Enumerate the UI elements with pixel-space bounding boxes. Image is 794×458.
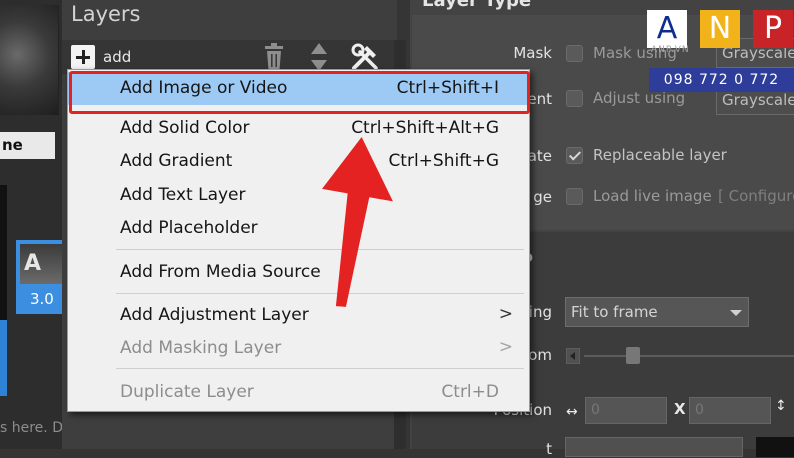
menu-item-label: Add From Media Source — [120, 262, 321, 282]
adjust-using-checkbox[interactable] — [566, 90, 583, 107]
drop-hint-text: s here. D — [0, 420, 63, 436]
position-y-input[interactable]: 0 — [689, 397, 771, 424]
logo-letter-n: N — [700, 10, 740, 48]
timeline-strip — [0, 185, 7, 321]
mask-label: Mask — [513, 44, 552, 62]
zoom-slider-thumb[interactable] — [626, 347, 640, 364]
red-arrow-annotation-icon — [300, 115, 430, 325]
bottom-field-input[interactable] — [565, 437, 743, 457]
layer-thumbnail-image: A — [20, 244, 62, 284]
chevron-right-icon: > — [498, 337, 513, 357]
logo-subtext: ANP.VN — [651, 45, 690, 55]
menu-item-shortcut: Ctrl+D — [441, 382, 499, 402]
menu-item-add-placeholder[interactable]: Add Placeholder — [68, 212, 529, 245]
menu-item-label: Add Gradient — [120, 151, 233, 171]
preview-thumbnail — [0, 5, 59, 115]
menu-item-add-from-media-source[interactable]: Add From Media Source — [68, 256, 529, 289]
fit-to-frame-select[interactable]: Fit to frame — [565, 297, 749, 327]
menu-item-label: Add Solid Color — [120, 118, 250, 138]
configure-link[interactable]: [ Configure — [718, 187, 794, 205]
menu-item-label: Add Masking Layer — [120, 338, 282, 358]
logo-letter-p: P — [753, 10, 793, 48]
replaceable-layer-checkbox[interactable] — [566, 147, 583, 164]
menu-item-add-gradient[interactable]: Add Gradient Ctrl+Shift+G — [68, 145, 529, 178]
zoom-slider-track[interactable] — [584, 355, 794, 357]
add-button-label[interactable]: add — [103, 48, 131, 66]
bottom-field-label: t — [546, 440, 552, 458]
add-plus-icon[interactable] — [71, 45, 95, 69]
menu-item-add-masking-layer: Add Masking Layer > — [68, 332, 529, 365]
menu-item-label: Duplicate Layer — [120, 382, 254, 402]
position-x-separator: X — [674, 400, 686, 418]
vertical-arrows-icon: ↕ — [775, 398, 787, 414]
timeline-selection — [0, 320, 7, 396]
mask-using-checkbox[interactable] — [566, 45, 583, 62]
position-x-input[interactable]: 0 — [585, 397, 667, 424]
highlight-annotation-box — [69, 71, 530, 114]
replaceable-layer-label: Replaceable layer — [593, 146, 727, 164]
reorder-arrows-icon[interactable] — [308, 42, 330, 72]
timeline-tab[interactable]: ne — [0, 132, 55, 159]
menu-item-add-solid-color[interactable]: Add Solid Color Ctrl+Shift+Alt+G — [68, 112, 529, 145]
horizontal-arrows-icon: ↔ — [566, 404, 578, 420]
layers-title: Layers — [71, 2, 141, 26]
layer-type-heading: Layer Type — [422, 0, 532, 11]
chevron-right-icon: > — [498, 304, 513, 324]
logo-letter-a: A — [647, 10, 687, 48]
bottom-button[interactable] — [756, 437, 794, 457]
menu-item-label: Add Text Layer — [120, 185, 246, 205]
load-live-image-label: Load live image — [593, 187, 712, 205]
load-live-image-checkbox[interactable] — [566, 188, 583, 205]
zoom-left-arrow-icon[interactable] — [566, 348, 580, 364]
menu-item-label: Add Adjustment Layer — [120, 305, 309, 325]
layer-thumbnail-label: 3.0 — [30, 290, 54, 308]
tools-icon[interactable] — [350, 42, 380, 72]
menu-separator — [116, 368, 524, 369]
trash-icon[interactable] — [262, 43, 286, 71]
menu-item-add-text-layer[interactable]: Add Text Layer — [68, 179, 529, 212]
logo-phone: 098 772 0 772 — [649, 68, 794, 92]
menu-item-label: Add Placeholder — [120, 218, 258, 238]
anp-logo: A N P ANP.VN 098 772 0 772 — [647, 4, 794, 94]
add-layer-menu: Add Image or Video Ctrl+Shift+I Add Soli… — [67, 69, 530, 412]
menu-item-duplicate-layer: Duplicate Layer Ctrl+D — [68, 376, 529, 409]
menu-item-add-adjustment-layer[interactable]: Add Adjustment Layer > — [68, 299, 529, 332]
chevron-down-icon[interactable] — [730, 310, 742, 316]
